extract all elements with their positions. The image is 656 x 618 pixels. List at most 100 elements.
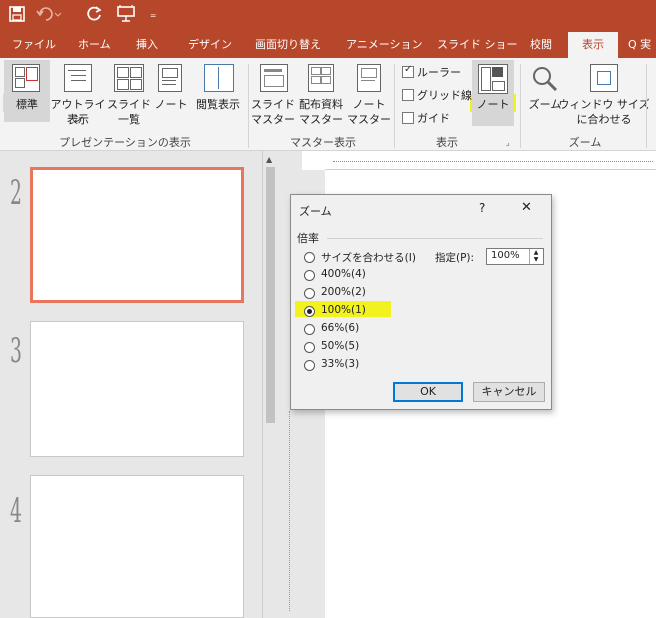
reading-view-label: 閲覧表示: [196, 98, 240, 111]
notes-page-icon: [158, 64, 182, 92]
radio-50[interactable]: [304, 342, 315, 353]
outline-view-label-2: 表示: [67, 113, 89, 126]
tab-animations[interactable]: アニメーション: [346, 32, 423, 58]
guides-checkbox-box[interactable]: [402, 112, 414, 124]
notes-master-label-2: マスター: [347, 113, 391, 126]
separator: [646, 64, 647, 148]
slide-sorter-label-2: 一覧: [118, 113, 140, 126]
radio-33[interactable]: [304, 360, 315, 371]
help-button[interactable]: ?: [479, 201, 485, 215]
guides-checkbox[interactable]: ガイド: [402, 110, 450, 126]
slide-thumbnail[interactable]: [30, 321, 244, 457]
slide-number: 4: [10, 491, 22, 531]
slide-master-icon: [260, 64, 288, 92]
magnifier-icon: [533, 67, 558, 92]
ruler-label: ルーラー: [417, 66, 461, 79]
present-from-start-icon[interactable]: [116, 4, 138, 27]
notes-master-button[interactable]: ノート マスター: [347, 60, 391, 130]
normal-view-label: 標準: [16, 98, 38, 111]
normal-view-icon: [12, 64, 40, 92]
handout-master-label-2: マスター: [299, 113, 343, 126]
undo-icon[interactable]: [36, 5, 62, 26]
gridlines-checkbox[interactable]: グリッド線: [402, 87, 472, 103]
cancel-button[interactable]: キャンセル: [473, 382, 545, 402]
slide-sorter-button[interactable]: スライド 一覧: [106, 60, 152, 130]
custom-zoom-label: 指定(P):: [435, 252, 475, 264]
scroll-up-arrow-icon[interactable]: ▲: [266, 155, 272, 164]
horizontal-ruler: [325, 155, 656, 170]
radio-66[interactable]: [304, 324, 315, 335]
dialog-launcher-icon[interactable]: ⌟: [506, 138, 510, 147]
separator: [248, 64, 249, 148]
reading-view-button[interactable]: 閲覧表示: [192, 60, 244, 130]
tab-tell-me[interactable]: Q 実: [628, 32, 651, 58]
tab-home[interactable]: ホーム: [78, 32, 111, 58]
slide-sorter-icon: [114, 64, 144, 92]
radio-200[interactable]: [304, 288, 315, 299]
spinner-arrows-icon[interactable]: ▲ ▼: [529, 249, 542, 264]
slide-number: 2: [10, 173, 22, 213]
tab-view[interactable]: 表示: [568, 32, 618, 58]
outline-view-button[interactable]: アウトライン 表示: [51, 60, 106, 130]
radio-100[interactable]: [304, 306, 315, 317]
radio-400[interactable]: [304, 270, 315, 281]
separator: [394, 64, 395, 148]
close-icon[interactable]: ✕: [521, 200, 532, 215]
custom-zoom-spinner[interactable]: 100% ▲ ▼: [486, 248, 544, 265]
radio-fit-label: サイズを合わせる(I): [321, 252, 416, 264]
title-bar: ₌: [0, 0, 656, 32]
notes-icon: [478, 64, 508, 94]
tab-design[interactable]: デザイン: [188, 32, 232, 58]
group-label-zoom: ズーム: [568, 136, 602, 149]
radio-fit[interactable]: [304, 252, 315, 263]
group-label-master-views: マスター表示: [290, 136, 356, 149]
outline-view-icon: [64, 64, 92, 92]
radio-66-label: 66%(6): [321, 322, 360, 334]
notes-page-button[interactable]: ノート: [152, 60, 190, 130]
scrollbar-thumb[interactable]: [266, 167, 275, 423]
slide-thumbnail[interactable]: [30, 475, 244, 618]
slide-thumbnail-panel: 2 3 4: [0, 151, 262, 618]
customize-qat-icon[interactable]: ₌: [150, 7, 156, 21]
save-icon[interactable]: [8, 5, 26, 26]
ruler-checkbox[interactable]: ✓ ルーラー: [402, 64, 461, 80]
ribbon-tabs: ファイル ホーム 挿入 デザイン 画面切り替え アニメーション スライド ショー…: [0, 32, 656, 58]
tab-slideshow[interactable]: スライド ショー: [437, 32, 518, 58]
zoom-group-label: 倍率: [297, 232, 319, 245]
slide-thumbnail-selected[interactable]: [30, 167, 244, 303]
notes-label: ノート: [476, 98, 510, 111]
notes-button[interactable]: ノート: [472, 60, 514, 126]
ruler-checkbox-box[interactable]: ✓: [402, 64, 414, 78]
radio-200-label: 200%(2): [321, 286, 366, 298]
slide-master-button[interactable]: スライド マスター: [251, 60, 295, 130]
fit-to-window-label-1: ウィンドウ サイズ: [558, 98, 650, 111]
notes-master-icon: [357, 64, 381, 92]
handout-master-label-1: 配布資料: [299, 98, 343, 111]
tab-review[interactable]: 校閲: [530, 32, 552, 58]
notes-master-label-1: ノート: [352, 98, 386, 111]
slide-number: 3: [10, 331, 22, 371]
fit-to-window-button[interactable]: ウィンドウ サイズ に合わせる: [558, 60, 650, 130]
tab-file[interactable]: ファイル: [12, 32, 56, 58]
zoom-button[interactable]: ズーム: [526, 60, 564, 130]
tab-transitions[interactable]: 画面切り替え: [255, 32, 321, 58]
slide-sorter-label-1: スライド: [107, 98, 151, 111]
fit-to-window-icon: [590, 64, 618, 92]
handout-master-icon: [308, 64, 334, 92]
reading-view-icon: [204, 64, 234, 92]
redo-icon[interactable]: [86, 5, 104, 26]
group-divider: [327, 238, 543, 239]
thumbnail-scrollbar[interactable]: ▲: [262, 151, 279, 618]
zoom-dialog: ズーム ? ✕ 倍率 サイズを合わせる(I) 指定(P): 100% ▲ ▼ 40…: [290, 194, 552, 410]
fit-to-window-label-2: に合わせる: [576, 113, 632, 126]
ribbon: 標準 アウトライン 表示 スライド 一覧 ノート 閲覧表示 プレゼンテーションの…: [0, 58, 656, 151]
ok-button[interactable]: OK: [393, 382, 463, 402]
normal-view-button[interactable]: 標準: [4, 60, 50, 122]
group-label-show: 表示: [436, 136, 458, 149]
tab-insert[interactable]: 挿入: [136, 32, 158, 58]
gridlines-checkbox-box[interactable]: [402, 89, 414, 101]
handout-master-button[interactable]: 配布資料 マスター: [296, 60, 346, 130]
slide-master-label-2: マスター: [251, 113, 295, 126]
radio-100-label: 100%(1): [321, 304, 366, 316]
gridlines-label: グリッド線: [417, 89, 472, 102]
